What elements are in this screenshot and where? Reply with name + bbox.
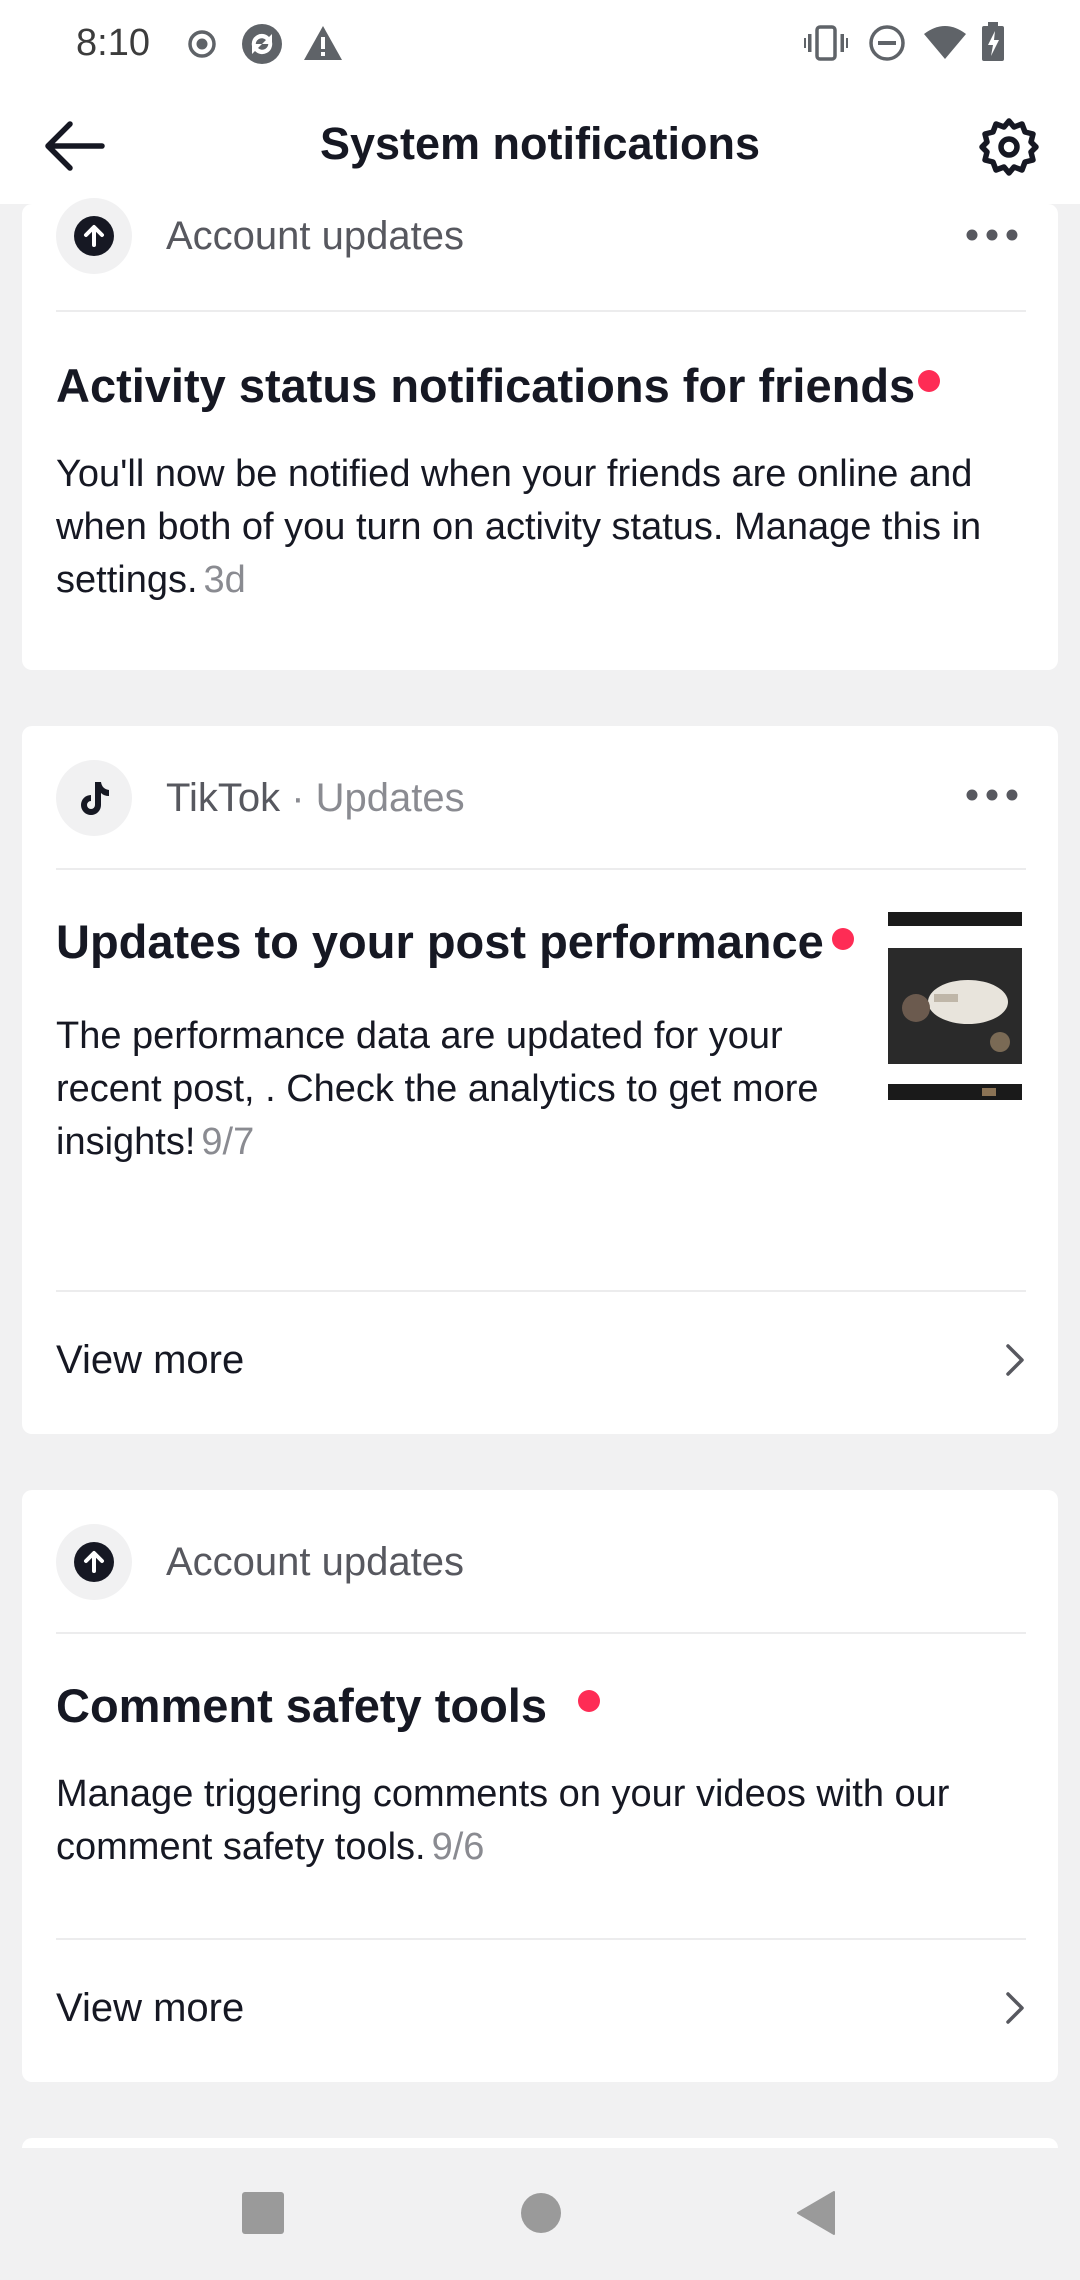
status-time: 8:10 [76,22,150,64]
chevron-right-icon [1006,1992,1024,2024]
more-horizontal-icon [966,229,1018,241]
avatar [56,1524,132,1600]
system-nav-bar [0,2148,1080,2280]
more-horizontal-icon [966,789,1018,801]
avatar [56,760,132,836]
divider [56,310,1026,312]
notification-title: Activity status notifications for friend… [56,359,916,412]
sync-icon [240,22,284,71]
more-options-button[interactable] [962,220,1022,250]
notification-timestamp: 9/7 [201,1121,255,1163]
post-thumbnail-image [888,912,1026,1100]
notification-source: Account updates [166,1540,464,1584]
notification-source: Account updates [166,214,464,258]
notification-body: You'll now be notified when your friends… [56,453,982,601]
status-bar: 8:10 [0,0,1080,88]
home-circle-icon[interactable] [520,2192,562,2239]
notification-card-comment-safety[interactable]: Account updates Comment safety tools Man… [22,1490,1058,2082]
more-options-button[interactable] [962,780,1022,810]
divider [56,868,1026,870]
notification-title: Comment safety tools [56,1679,547,1732]
notification-source: TikTok · Updates [166,776,465,820]
recents-square-icon[interactable] [242,2192,284,2239]
view-more-button[interactable]: View more [56,1292,1026,1432]
app-header: System notifications [0,88,1080,204]
chevron-right-icon [1006,1344,1024,1376]
view-more-label: View more [56,1986,245,2030]
post-thumbnail[interactable] [888,912,1026,1100]
unread-dot [832,928,854,950]
tiktok-logo-icon [81,782,109,815]
notification-timestamp: 9/6 [431,1826,485,1868]
arrow-up-circle-icon [74,216,114,256]
settings-button[interactable] [978,116,1040,178]
view-more-button[interactable]: View more [56,1940,1026,2080]
unread-dot [918,370,940,392]
vibrate-icon [804,24,848,67]
radio-button-icon [186,28,218,65]
arrow-up-circle-icon [74,1542,114,1582]
battery-charging-icon [980,22,1006,67]
divider [56,1632,1026,1634]
notification-title: Updates to your post performance [56,915,824,968]
view-more-label: View more [56,1338,245,1382]
unread-dot [578,1690,600,1712]
notification-card-activity-status[interactable]: Account updates Activity status notifica… [22,198,1058,670]
notification-body: Manage triggering comments on your video… [56,1773,950,1868]
avatar [56,198,132,274]
warning-icon [302,24,344,67]
do-not-disturb-icon [868,24,906,67]
wifi-icon [924,26,966,65]
notification-timestamp: 3d [203,559,246,601]
page-title: System notifications [319,118,761,169]
notification-card-post-performance[interactable]: TikTok · Updates Updates to your post pe… [22,726,1058,1434]
back-triangle-icon[interactable] [796,2190,836,2241]
notification-body: The performance data are updated for you… [56,1015,819,1163]
gear-icon [979,118,1039,176]
